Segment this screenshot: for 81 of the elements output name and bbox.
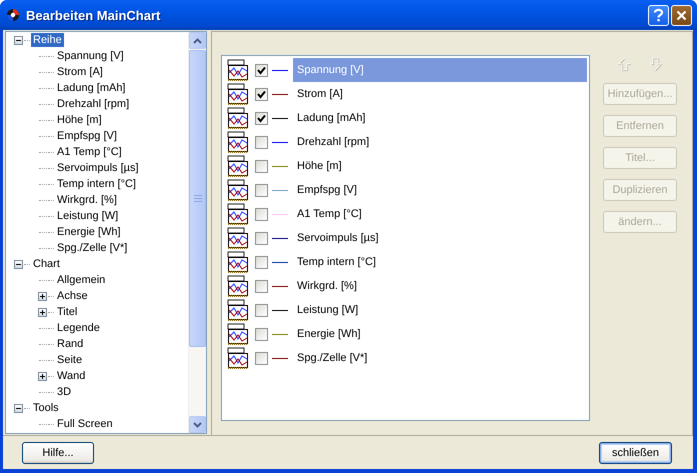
tree-item[interactable]: Wand [55,369,88,383]
question-mark-icon [653,8,664,22]
scrollbar[interactable] [188,32,206,433]
tree-item[interactable]: Achse [55,289,90,303]
chart-icon [227,155,249,177]
tree-item[interactable]: Reihe [31,33,64,47]
scroll-thumb[interactable] [189,50,206,347]
tree-item[interactable]: Drehzahl [rpm] [55,97,132,111]
chart-icon [227,275,249,297]
close-button[interactable] [671,4,692,26]
close-button[interactable]: schließen [599,442,672,464]
chart-icon [227,179,249,201]
chart-icon [227,323,249,345]
chart-icon [227,299,249,321]
app-icon [6,8,20,22]
series-item[interactable]: Servoimpuls [µs] [293,226,587,250]
tree-item[interactable]: Temp intern [°C] [55,177,138,191]
checkbox[interactable] [255,136,268,148]
collapse-icon[interactable] [14,404,23,412]
checkbox[interactable] [255,352,268,364]
series-item[interactable]: Wirkgrd. [%] [293,274,587,298]
close-icon [676,10,687,20]
tree-item[interactable]: Wirkgrd. [%] [55,193,119,207]
chart-icon [227,59,249,81]
tree-item[interactable]: Full Screen [55,417,115,431]
series-item[interactable]: Drehzahl [rpm] [293,130,587,154]
tree-item[interactable]: Tools [31,401,61,415]
tree-item[interactable]: Titel [55,305,80,319]
tree-item[interactable]: Leistung [W] [55,209,120,223]
expand-icon[interactable] [38,372,47,380]
expand-icon[interactable] [38,292,47,300]
tree-item[interactable]: Spg./Zelle [V*] [55,241,130,255]
tree-item[interactable]: Empfspg [V] [55,129,119,143]
checkbox[interactable] [255,160,268,172]
tree-item[interactable]: Spannung [V] [55,49,126,63]
tree-item[interactable]: Legende [55,321,102,335]
tree-item[interactable]: Höhe [m] [55,113,104,127]
chart-icon [227,107,249,129]
chart-icon [227,83,249,105]
checkbox[interactable] [255,256,268,268]
checkbox[interactable] [255,232,268,244]
tree-item[interactable]: Energie [Wh] [55,225,123,239]
checkbox[interactable] [255,208,268,220]
series-item[interactable]: Empfspg [V] [293,178,587,202]
checkbox[interactable] [255,184,268,196]
series-item[interactable]: Temp intern [°C] [293,250,587,274]
series-item[interactable]: Energie [Wh] [293,322,587,346]
tree-item[interactable]: A1 Temp [°C] [55,145,124,159]
tree-item[interactable]: Seite [55,353,84,367]
chart-icon [227,251,249,273]
chart-icon [227,347,249,369]
tree-item[interactable]: Allgemein [55,273,108,287]
collapse-icon[interactable] [14,36,23,44]
series-item[interactable]: A1 Temp [°C] [293,202,587,226]
expand-icon[interactable] [38,308,47,316]
series-item[interactable]: Höhe [m] [293,154,587,178]
checkbox[interactable] [255,64,268,76]
tree-item[interactable]: Chart [31,257,62,271]
tree-item[interactable]: Rand [55,337,86,351]
scroll-down-icon[interactable] [189,416,206,433]
checkbox[interactable] [255,112,268,124]
series-item[interactable]: Spg./Zelle [V*] [293,346,587,370]
tree-item[interactable]: Servoimpuls [µs] [55,161,141,175]
tree-item[interactable]: Ladung [mAh] [55,81,128,95]
help-button[interactable] [648,4,669,26]
series-item[interactable]: Ladung [mAh] [293,106,587,130]
checkbox[interactable] [255,304,268,316]
checkbox[interactable] [255,280,268,292]
chart-icon [227,227,249,249]
chart-icon [227,203,249,225]
series-item[interactable]: Strom [A] [293,82,587,106]
series-item[interactable]: Leistung [W] [293,298,587,322]
help-button[interactable]: Hilfe... [22,442,94,464]
scroll-up-icon[interactable] [189,32,206,49]
tree-item[interactable]: Strom [A] [55,65,105,79]
collapse-icon[interactable] [14,260,23,268]
chart-icon [227,131,249,153]
checkbox[interactable] [255,328,268,340]
window-title: Bearbeiten MainChart [26,8,162,22]
tree-item[interactable]: 3D [55,385,74,399]
checkbox[interactable] [255,88,268,100]
